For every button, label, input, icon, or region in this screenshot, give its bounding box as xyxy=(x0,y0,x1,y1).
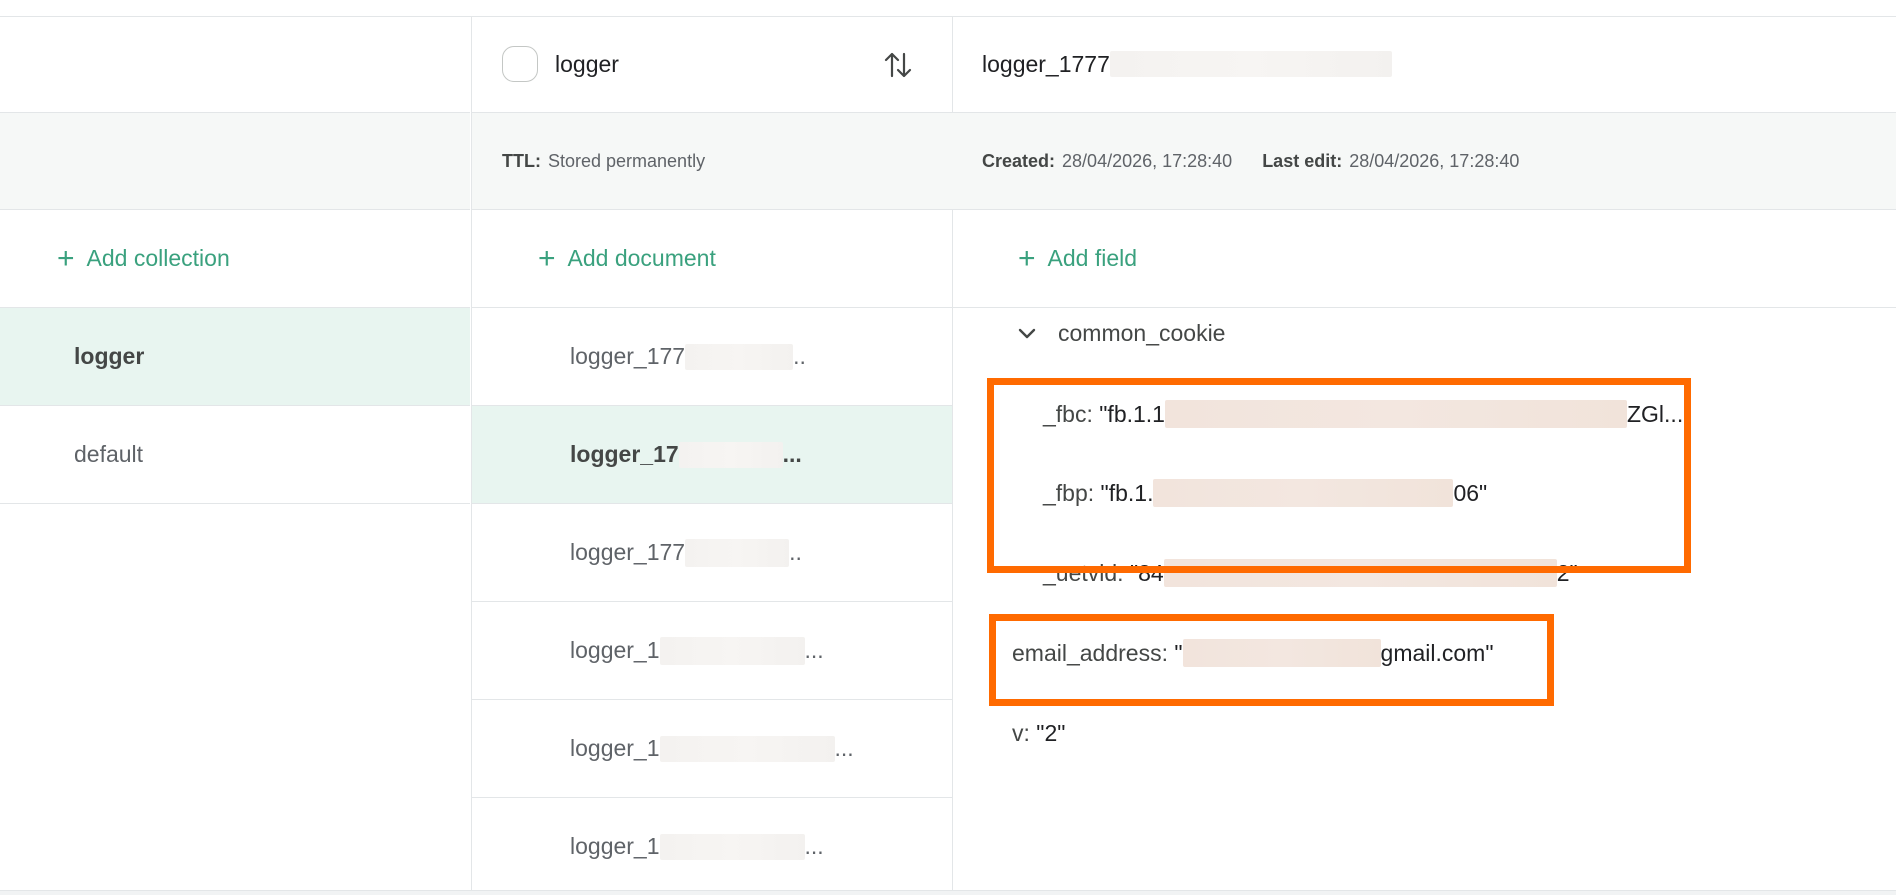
group-toggle-common-cookie[interactable]: common_cookie xyxy=(1018,320,1225,347)
redacted-block xyxy=(685,343,794,370)
list-item[interactable]: logger_177.. xyxy=(472,504,952,602)
documents-meta: TTL: Stored permanently xyxy=(472,113,952,210)
ellipsis: .. xyxy=(789,539,802,565)
collection-label: default xyxy=(74,441,144,467)
list-item[interactable]: logger_1... xyxy=(472,602,952,700)
collection-item-logger[interactable]: logger xyxy=(0,308,470,406)
add-field-button[interactable]: + Add field xyxy=(952,210,1896,308)
ellipsis: ... xyxy=(782,441,802,467)
ellipsis: ... xyxy=(804,833,824,859)
documents-collection-title: logger xyxy=(555,50,619,77)
document-title: logger_1777 xyxy=(982,50,1110,77)
select-all-checkbox[interactable] xyxy=(502,46,538,82)
add-document-button[interactable]: + Add document xyxy=(472,210,952,308)
fields-area: common_cookie _fbc: "fb.1.1 ZGl... _fbp: … xyxy=(952,308,1896,888)
document-id: logger_1 xyxy=(570,735,660,761)
sort-arrows-icon[interactable] xyxy=(884,50,912,80)
document-id: logger_17 xyxy=(570,441,679,467)
redacted-block xyxy=(659,833,805,860)
list-item[interactable]: logger_177.. xyxy=(472,308,952,406)
chevron-down-icon xyxy=(1018,328,1036,338)
add-document-label: Add document xyxy=(567,245,716,271)
created-value: 28/04/2026, 17:28:40 xyxy=(1062,150,1233,171)
list-item[interactable]: logger_17... xyxy=(472,406,952,504)
top-bar xyxy=(0,0,1896,17)
document-id: logger_177 xyxy=(570,539,686,565)
redacted-block xyxy=(1109,51,1392,77)
highlight-box-cookies xyxy=(987,378,1691,573)
plus-icon: + xyxy=(1018,241,1036,275)
document-meta: Created: 28/04/2026, 17:28:40 Last edit:… xyxy=(952,113,1896,210)
collection-label: logger xyxy=(74,343,145,369)
documents-header: logger xyxy=(472,16,952,113)
documents-panel: logger TTL: Stored permanently + Add doc… xyxy=(471,16,953,890)
collections-header xyxy=(0,16,470,113)
collections-panel: + Add collection logger default xyxy=(0,16,470,890)
ellipsis: .. xyxy=(793,343,806,369)
collection-item-default[interactable]: default xyxy=(0,406,470,504)
document-panel: logger_1777 Created: 28/04/2026, 17:28:4… xyxy=(952,16,1896,890)
collections-meta xyxy=(0,113,470,210)
document-id: logger_1 xyxy=(570,637,660,663)
redacted-block xyxy=(659,636,805,665)
redacted-block xyxy=(659,735,835,762)
ellipsis: ... xyxy=(834,735,854,761)
add-collection-label: Add collection xyxy=(86,245,230,271)
last-edit-key: Last edit: xyxy=(1262,150,1343,171)
redacted-block xyxy=(685,538,790,567)
plus-icon: + xyxy=(538,241,556,275)
document-id: logger_1 xyxy=(570,833,660,859)
bottom-bar xyxy=(0,890,1896,895)
created-key: Created: xyxy=(982,150,1056,171)
add-field-label: Add field xyxy=(1047,245,1138,271)
list-item[interactable]: logger_1... xyxy=(472,700,952,798)
highlight-box-email xyxy=(989,614,1554,706)
redacted-block xyxy=(678,441,783,468)
group-name: common_cookie xyxy=(1058,320,1226,346)
last-edit-value: 28/04/2026, 17:28:40 xyxy=(1349,150,1520,171)
ttl-value: Stored permanently xyxy=(547,150,706,171)
list-item[interactable]: logger_1... xyxy=(472,798,952,890)
field-key: v: xyxy=(1012,720,1030,746)
plus-icon: + xyxy=(57,241,75,275)
document-id: logger_177 xyxy=(570,343,686,369)
field-value: "2" xyxy=(1036,720,1066,746)
add-collection-button[interactable]: + Add collection xyxy=(0,210,470,308)
ellipsis: ... xyxy=(804,637,824,663)
document-header: logger_1777 xyxy=(952,16,1896,113)
ttl-key: TTL: xyxy=(502,150,541,171)
field-v[interactable]: v: "2" xyxy=(1012,720,1065,747)
